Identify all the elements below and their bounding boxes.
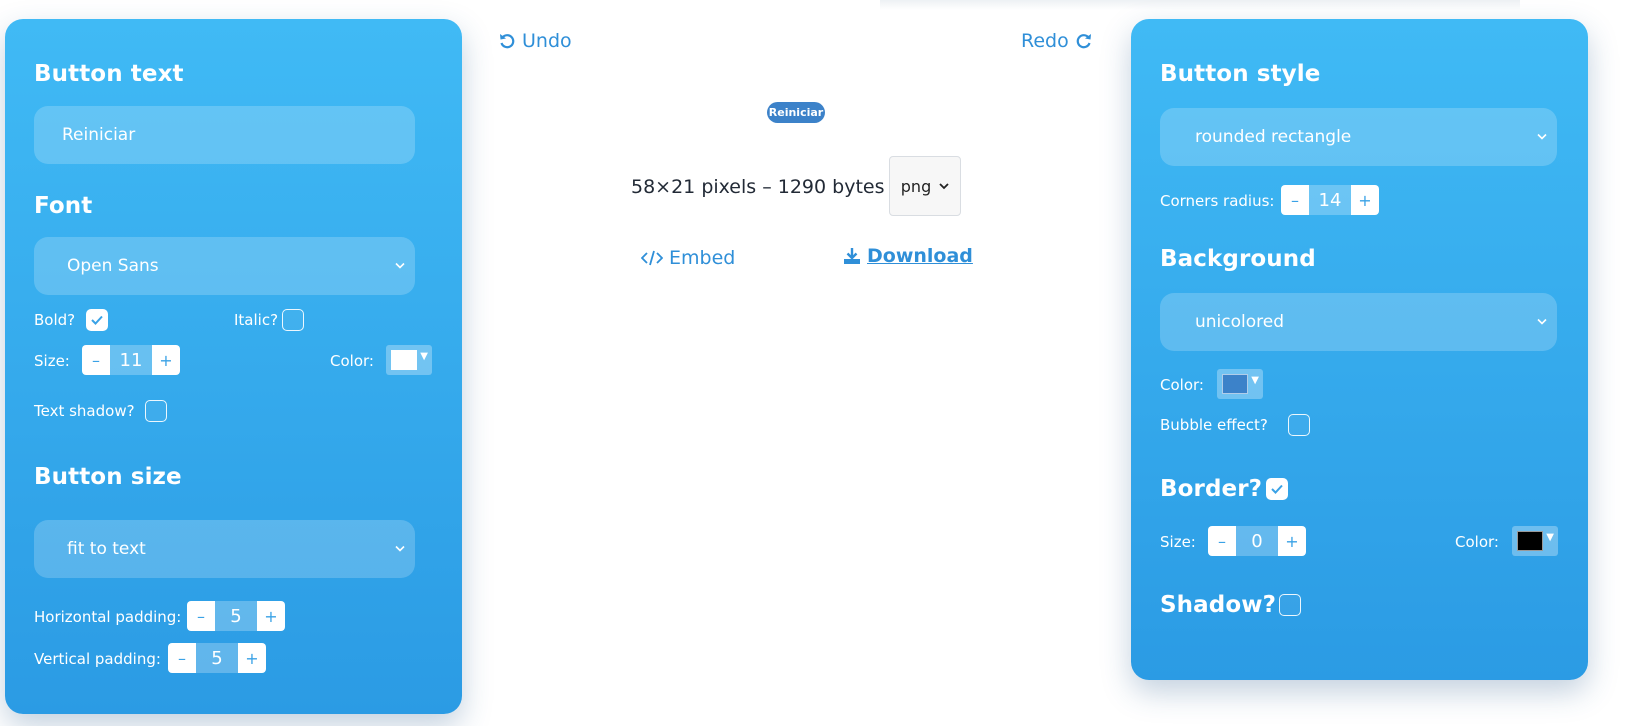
- background-select-value: unicolored: [1195, 312, 1285, 332]
- download-label: Download: [867, 245, 973, 267]
- background-select[interactable]: unicolored: [1160, 293, 1557, 351]
- chevron-down-icon: [395, 262, 405, 269]
- italic-label: Italic?: [234, 311, 279, 329]
- checkmark-icon: [91, 315, 103, 325]
- caret-down-icon: ▼: [420, 351, 428, 362]
- embed-link[interactable]: Embed: [641, 247, 735, 269]
- background-heading: Background: [1160, 246, 1316, 272]
- horizontal-padding-stepper: – 5 +: [187, 601, 285, 631]
- button-size-select-value: fit to text: [67, 539, 146, 559]
- border-checkbox[interactable]: [1266, 478, 1288, 500]
- bold-label: Bold?: [34, 311, 76, 329]
- vertical-padding-value[interactable]: 5: [196, 643, 238, 673]
- horizontal-padding-value[interactable]: 5: [215, 601, 257, 631]
- border-size-label: Size:: [1160, 533, 1196, 551]
- button-preview: Reiniciar: [767, 102, 825, 123]
- italic-checkbox[interactable]: [282, 309, 304, 331]
- horizontal-padding-decrement-button[interactable]: –: [187, 601, 215, 631]
- corners-radius-value[interactable]: 14: [1309, 185, 1351, 215]
- undo-label: Undo: [522, 30, 572, 52]
- top-edge-shadow: [880, 0, 1520, 10]
- font-size-decrement-button[interactable]: –: [82, 345, 110, 375]
- shadow-checkbox[interactable]: [1279, 594, 1301, 616]
- font-color-swatch: [391, 350, 417, 370]
- font-select-value: Open Sans: [67, 256, 159, 276]
- bubble-effect-label: Bubble effect?: [1160, 416, 1268, 434]
- image-info-text: 58×21 pixels – 1290 bytes in: [631, 176, 908, 198]
- right-settings-panel: Button style rounded rectangle Corners r…: [1131, 19, 1588, 680]
- bubble-effect-checkbox[interactable]: [1288, 414, 1310, 436]
- caret-down-icon: ▼: [1251, 375, 1259, 386]
- redo-icon: [1076, 34, 1091, 49]
- redo-label: Redo: [1021, 30, 1069, 52]
- border-size-decrement-button[interactable]: –: [1208, 526, 1236, 556]
- border-color-label: Color:: [1455, 533, 1499, 551]
- chevron-down-icon: [1537, 133, 1547, 140]
- button-text-heading: Button text: [34, 61, 184, 87]
- corners-radius-label: Corners radius:: [1160, 192, 1275, 210]
- caret-down-icon: ▼: [1546, 532, 1554, 543]
- border-color-swatch: [1517, 531, 1543, 551]
- border-heading: Border?: [1160, 476, 1263, 502]
- undo-button[interactable]: Undo: [498, 30, 572, 52]
- corners-radius-decrement-button[interactable]: –: [1281, 185, 1309, 215]
- format-select[interactable]: png: [889, 156, 961, 216]
- text-shadow-label: Text shadow?: [34, 402, 135, 420]
- border-size-stepper: – 0 +: [1208, 526, 1306, 556]
- button-text-input-value: Reiniciar: [62, 125, 136, 145]
- undo-icon: [500, 34, 515, 49]
- embed-label: Embed: [669, 247, 736, 269]
- corners-radius-stepper: – 14 +: [1281, 185, 1379, 215]
- font-size-label: Size:: [34, 352, 70, 370]
- button-text-input[interactable]: Reiniciar: [34, 106, 415, 164]
- corners-radius-increment-button[interactable]: +: [1351, 185, 1379, 215]
- text-shadow-checkbox[interactable]: [145, 400, 167, 422]
- chevron-down-icon: [395, 545, 405, 552]
- chevron-down-icon: [1537, 318, 1547, 325]
- vertical-padding-label: Vertical padding:: [34, 650, 161, 668]
- font-color-picker[interactable]: ▼: [386, 345, 432, 375]
- font-heading: Font: [34, 193, 93, 219]
- button-style-select[interactable]: rounded rectangle: [1160, 108, 1557, 166]
- chevron-down-icon: [939, 182, 949, 189]
- border-color-picker[interactable]: ▼: [1512, 526, 1558, 556]
- button-preview-text: Reiniciar: [768, 106, 824, 119]
- button-size-heading: Button size: [34, 464, 182, 490]
- code-icon: [641, 250, 663, 266]
- font-size-stepper: – 11 +: [82, 345, 180, 375]
- background-color-swatch: [1222, 374, 1248, 394]
- font-size-value[interactable]: 11: [110, 345, 152, 375]
- button-size-select[interactable]: fit to text: [34, 520, 415, 578]
- horizontal-padding-increment-button[interactable]: +: [257, 601, 285, 631]
- download-icon: [844, 248, 860, 264]
- horizontal-padding-label: Horizontal padding:: [34, 608, 182, 626]
- shadow-heading: Shadow?: [1160, 592, 1277, 618]
- border-size-value[interactable]: 0: [1236, 526, 1278, 556]
- background-color-picker[interactable]: ▼: [1217, 369, 1263, 399]
- vertical-padding-stepper: – 5 +: [168, 643, 266, 673]
- button-style-heading: Button style: [1160, 61, 1321, 87]
- font-size-increment-button[interactable]: +: [152, 345, 180, 375]
- format-select-value: png: [900, 176, 932, 196]
- font-select[interactable]: Open Sans: [34, 237, 415, 295]
- redo-button[interactable]: Redo: [1021, 30, 1093, 52]
- vertical-padding-increment-button[interactable]: +: [238, 643, 266, 673]
- left-settings-panel: Button text Reiniciar Font Open Sans Bol…: [5, 19, 462, 714]
- background-color-label: Color:: [1160, 376, 1204, 394]
- button-style-select-value: rounded rectangle: [1195, 127, 1352, 147]
- download-link[interactable]: Download: [843, 245, 973, 267]
- vertical-padding-decrement-button[interactable]: –: [168, 643, 196, 673]
- bold-checkbox[interactable]: [86, 309, 108, 331]
- checkmark-icon: [1271, 484, 1283, 494]
- font-color-label: Color:: [330, 352, 374, 370]
- border-size-increment-button[interactable]: +: [1278, 526, 1306, 556]
